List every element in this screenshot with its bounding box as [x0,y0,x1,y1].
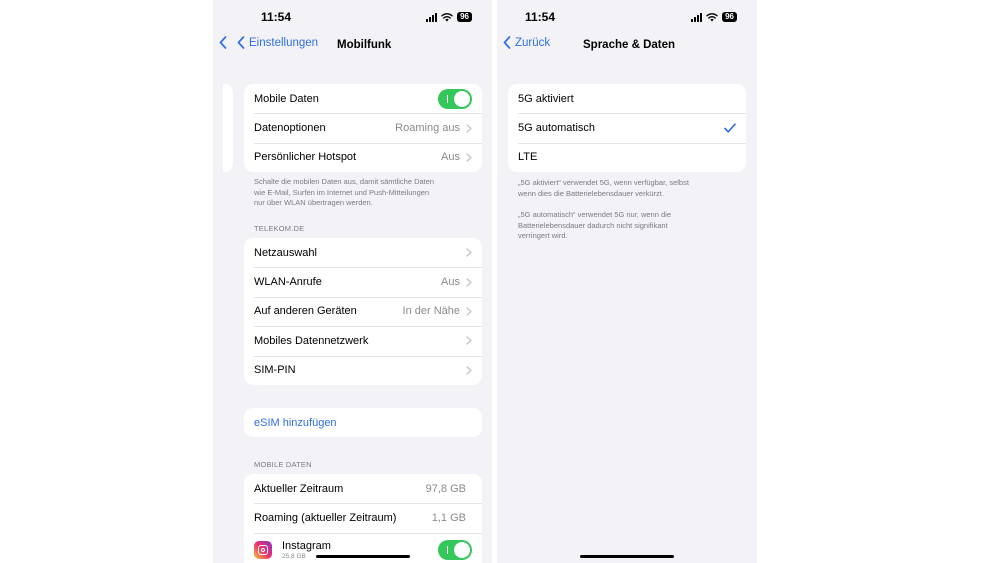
status-bar: 11:54 96 [497,8,757,26]
row-value: Aus [441,276,460,289]
row-value: 97,8 GB [425,482,466,495]
row-label: Netzauswahl [254,246,317,259]
row-label: Auf anderen Geräten [254,305,357,318]
row-label: 5G automatisch [518,122,596,135]
wifi-calling-row[interactable]: WLAN-Anrufe Aus [244,267,482,296]
mobile-data-footnote: Schalte die mobilen Daten aus, damit säm… [254,177,484,209]
row-label: 5G aktiviert [518,92,574,105]
row-value: 1,1 GB [431,512,466,525]
row-value: Aus [441,151,460,164]
app-name: Instagram [282,539,331,552]
side-panel-edge [223,84,233,172]
footnote-line: „5G automatisch“ verwendet 5G nur, wenn … [518,210,671,219]
row-label: Persönlicher Hotspot [254,151,357,164]
battery-icon: 96 [722,12,737,22]
network-options-group: 5G aktiviert 5G automatisch LTE [508,84,746,173]
mobile-data-toggle[interactable] [438,88,472,109]
footnote-line: Schalte die mobilen Daten aus, damit säm… [254,177,435,186]
mobile-data-group: Mobile Daten Datenoptionen Roaming aus P… [244,84,482,173]
status-bar: 11:54 96 [213,8,492,26]
status-time: 11:54 [525,10,556,24]
footnote-line: verringert wird. [518,231,568,240]
footnote-line: nur über WLAN übertragen werden. [254,198,373,207]
footnote-line: Batterielebensdauer dadurch nicht signif… [518,220,668,230]
row-label: WLAN-Anrufe [254,276,322,289]
page-title: Mobilfunk [337,39,392,51]
row-value: Roaming aus [395,122,460,135]
row-label: Roaming (aktueller Zeitraum) [254,512,397,525]
cellular-signal-icon [691,12,703,22]
home-indicator[interactable] [580,555,674,558]
cellular-signal-icon [426,12,438,22]
mobilfunk-screen: 11:54 96 Einstellungen Mobilfunk Mobile … [213,0,492,563]
carrier-group: Netzauswahl WLAN-Anrufe Aus Auf anderen … [244,238,482,385]
footnote-line: wie E-Mail, Surfen im Internet und Push-… [254,187,430,197]
chevron-right-icon [466,336,472,346]
sim-pin-row[interactable]: SIM-PIN [244,355,482,385]
usage-section-header: MOBILE DATEN [254,460,312,469]
footnote-line: wenn dies die Batterielebensdauer verkür… [518,188,664,198]
network-selection-row[interactable]: Netzauswahl [244,238,482,267]
back-label: Einstellungen [249,36,319,49]
instagram-icon [254,540,272,559]
page-title: Sprache & Daten [583,39,676,51]
5g-auto-footnote: „5G automatisch“ verwendet 5G nur, wenn … [518,210,748,242]
instagram-data-toggle[interactable] [438,539,472,560]
row-label: Aktueller Zeitraum [254,482,344,495]
carrier-section-header: TELEKOM.DE [254,224,305,233]
chevron-right-icon [466,248,472,257]
row-label: LTE [518,151,538,164]
row-label: Mobile Daten [254,92,319,105]
chevron-left-icon [237,36,245,49]
roaming-period-row: Roaming (aktueller Zeitraum) 1,1 GB [244,503,482,532]
row-label: eSIM hinzufügen [254,416,337,429]
option-5g-on[interactable]: 5G aktiviert [508,84,746,113]
back-button[interactable]: Zurück [503,36,550,49]
battery-icon: 96 [457,12,472,22]
row-label: Datenoptionen [254,122,326,135]
mobile-data-network-row[interactable]: Mobiles Datennetzwerk [244,326,482,355]
status-icons: 96 [691,11,737,23]
chevron-right-icon [466,123,472,133]
voice-data-screen: 11:54 96 Zurück Sprache & Daten 5G aktiv… [497,0,757,563]
other-devices-row[interactable]: Auf anderen Geräten In der Nähe [244,296,482,326]
chevron-right-icon [466,277,472,287]
chevron-left-icon [219,36,227,49]
app-row-instagram: Instagram 25,8 GB [244,532,482,563]
row-label: SIM-PIN [254,364,296,377]
back-label: Zurück [515,36,551,49]
data-options-row[interactable]: Datenoptionen Roaming aus [244,113,482,142]
5g-on-footnote: „5G aktiviert“ verwendet 5G, wenn verfüg… [518,178,748,199]
nav-bar: Zurück Sprache & Daten [497,36,757,56]
row-label: Mobiles Datennetzwerk [254,334,369,347]
chevron-left-icon [503,36,511,49]
hotspot-row[interactable]: Persönlicher Hotspot Aus [244,142,482,172]
option-5g-auto[interactable]: 5G automatisch [508,113,746,142]
wifi-icon [441,13,453,22]
checkmark-icon [724,123,736,133]
nav-bar: Einstellungen Mobilfunk [213,36,492,56]
chevron-right-icon [466,153,472,162]
current-period-row: Aktueller Zeitraum 97,8 GB [244,474,482,503]
footnote-line: „5G aktiviert“ verwendet 5G, wenn verfüg… [518,178,689,187]
chevron-right-icon [466,307,472,316]
chevron-right-icon [466,366,472,375]
usage-group: Aktueller Zeitraum 97,8 GB Roaming (aktu… [244,474,482,563]
option-lte[interactable]: LTE [508,142,746,172]
status-icons: 96 [426,11,472,23]
wifi-icon [706,13,718,22]
esim-group: eSIM hinzufügen [244,408,482,438]
back-button[interactable]: Einstellungen [219,36,318,49]
add-esim-button[interactable]: eSIM hinzufügen [244,408,482,437]
home-indicator[interactable] [316,555,410,558]
status-time: 11:54 [261,10,292,24]
row-value: In der Nähe [402,305,460,318]
mobile-data-row[interactable]: Mobile Daten [244,84,482,113]
